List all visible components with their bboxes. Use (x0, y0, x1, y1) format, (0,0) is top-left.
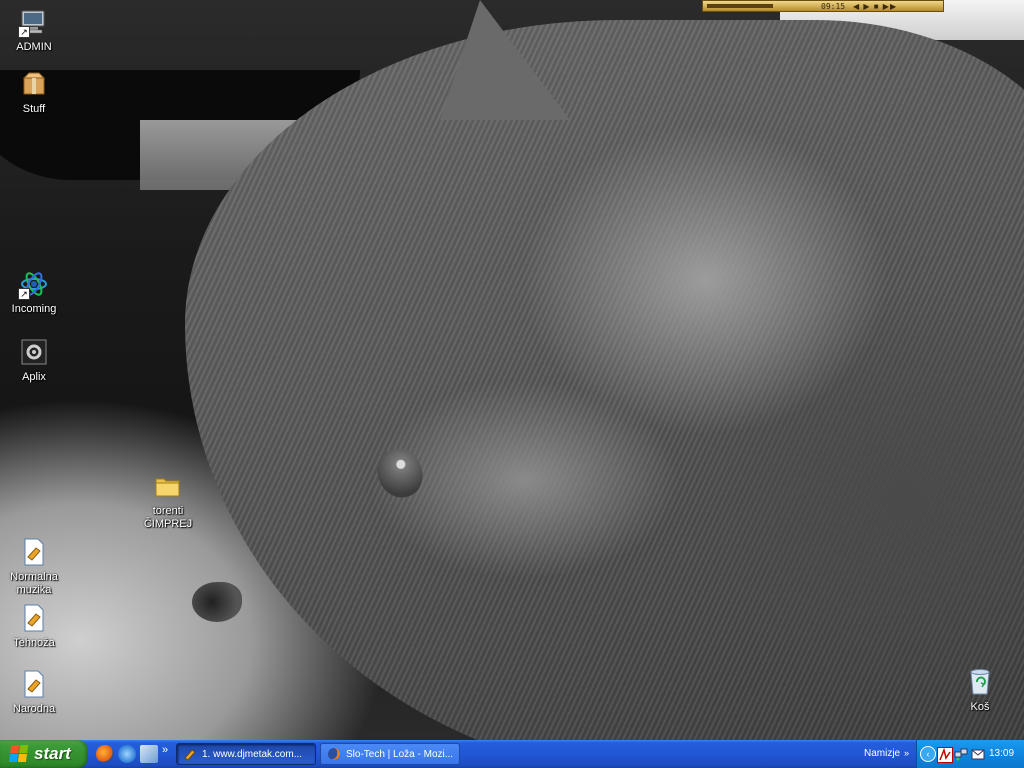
network-icon[interactable] (954, 747, 968, 761)
cat-ear (440, 0, 570, 120)
cat-nose (192, 582, 242, 622)
desktop-icon-stuff[interactable]: Stuff (0, 68, 70, 116)
playlist-file-icon (18, 536, 50, 568)
network-icon[interactable] (140, 745, 158, 763)
desktop-icon-label: Stuff (22, 103, 46, 115)
desktop-wallpaper (0, 0, 1024, 740)
desktop-icon-torenti[interactable]: torenti ČIMPREJ (132, 470, 204, 531)
taskbar-button-label: 1. www.djmetak.com... (202, 748, 303, 760)
player-controls[interactable]: ◀ ▶ ■ ▶▶ (853, 1, 897, 12)
firefox-icon[interactable] (96, 745, 114, 763)
firefox-icon (328, 748, 340, 760)
desktop-icon-recycle-bin[interactable]: Koš (944, 666, 1016, 714)
desktop-icon-label: ADMIN (16, 41, 52, 53)
ie-icon[interactable] (118, 745, 136, 763)
desktop-icon-admin[interactable]: ↗ ADMIN (0, 6, 70, 54)
atom-icon: ↗ (18, 268, 50, 300)
start-button[interactable]: start (0, 740, 88, 768)
system-tray: ‹ 13:09 (916, 740, 1024, 768)
desktop-icon-label: Normalna muzika (10, 571, 58, 596)
desktop-icon-label: Tehnoža (13, 637, 55, 649)
desktop-toolbar-label[interactable]: Namizje (864, 748, 900, 759)
pdf-icon[interactable] (937, 747, 953, 763)
cat-head (185, 20, 1024, 740)
folder-icon (152, 470, 184, 502)
taskbar-button-winamp[interactable]: 1. www.djmetak.com... (176, 743, 316, 765)
desktop-icon-tehnoza[interactable]: Tehnoža (0, 602, 70, 650)
desktop-icon-narodna[interactable]: Narodna (0, 668, 70, 716)
taskbar-button-label: Slo-Tech | Loža - Mozi... (346, 748, 454, 760)
player-time: 09:15 (821, 2, 846, 11)
desktop-icon-label: Narodna (12, 703, 56, 715)
desktop-icon-aplix[interactable]: Aplix (0, 336, 70, 384)
quick-launch-more-button[interactable]: » (162, 744, 168, 756)
computer-icon: ↗ (18, 6, 50, 38)
recycle-bin-icon (964, 666, 996, 698)
windows-logo-icon (8, 745, 30, 763)
playlist-file-icon (18, 668, 50, 700)
desktop-icon-label: torenti ČIMPREJ (143, 505, 193, 530)
desktop-icon-label: Koš (970, 701, 990, 713)
mini-player[interactable]: 09:15 ◀ ▶ ■ ▶▶ (702, 0, 944, 12)
taskbar-button-firefox[interactable]: Slo-Tech | Loža - Mozi... (320, 743, 460, 765)
desktop-icon-incoming[interactable]: ↗ Incoming (0, 268, 70, 316)
desktop-icon-label: Incoming (11, 303, 57, 315)
winamp-icon (184, 749, 196, 761)
desktop-icon-label: Aplix (22, 371, 46, 383)
box-icon (18, 68, 50, 100)
desktop-toolbar-more-button[interactable]: » (904, 748, 909, 758)
taskbar: start » 1. www.djmetak.com... Slo-Tech |… (0, 740, 1024, 768)
desktop-icon-normalna-muzika[interactable]: Normalna muzika (0, 536, 70, 597)
start-label: start (34, 744, 71, 763)
hide-tray-icon[interactable]: ‹ (920, 746, 936, 762)
playlist-file-icon (18, 602, 50, 634)
application-icon (18, 336, 50, 368)
player-progress-bar[interactable] (707, 4, 773, 8)
clock[interactable]: 13:09 (989, 748, 1014, 759)
mail-icon[interactable] (971, 747, 985, 761)
